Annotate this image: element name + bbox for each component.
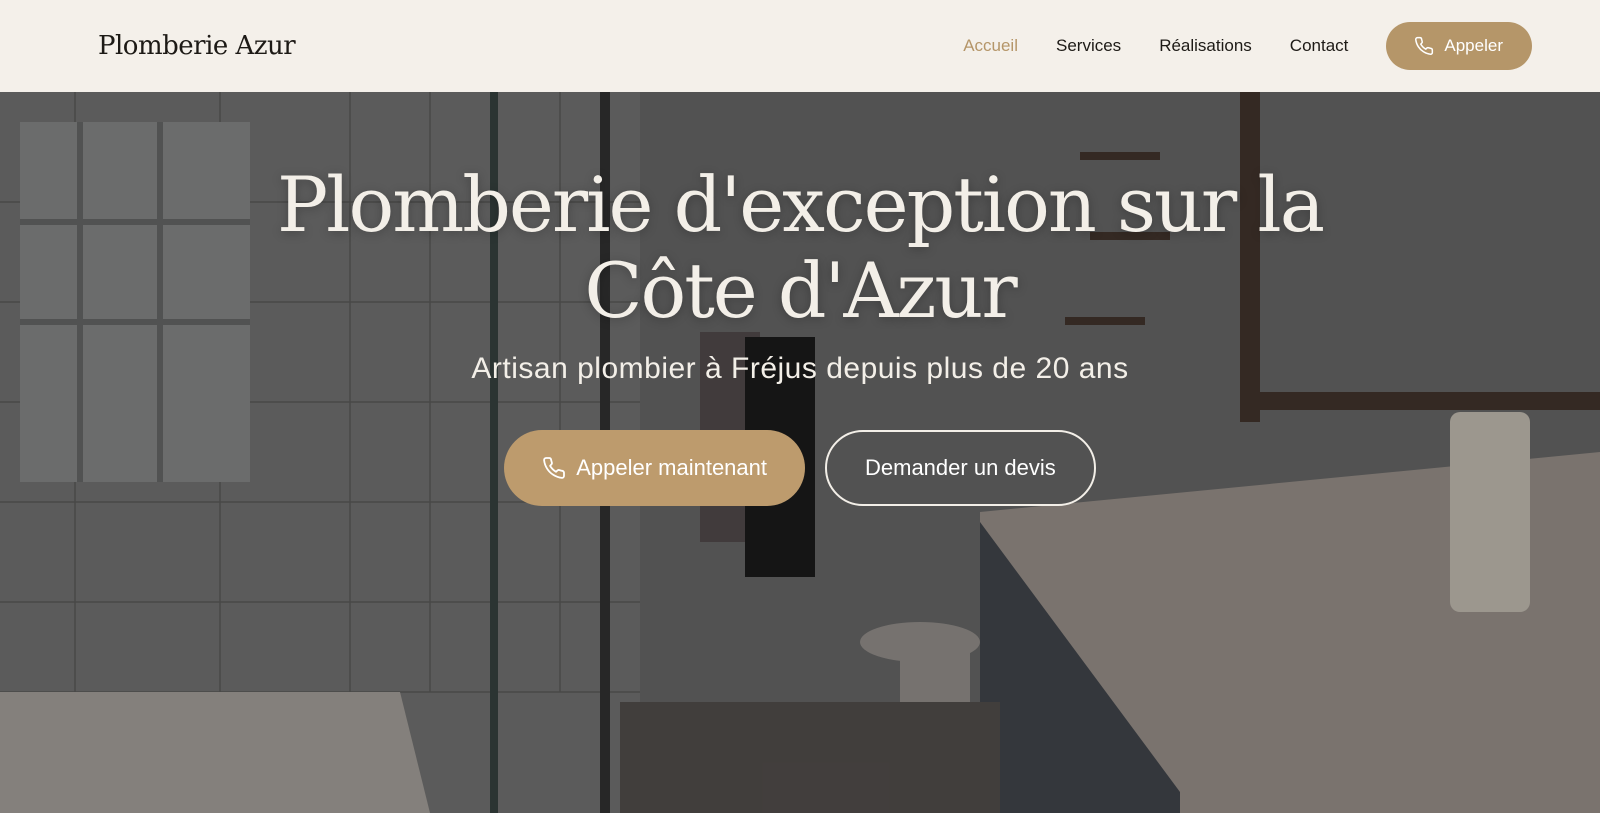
request-quote-button[interactable]: Demander un devis (825, 430, 1096, 506)
hero-actions: Appeler maintenant Demander un devis (0, 430, 1600, 506)
header-call-button[interactable]: Appeler (1386, 22, 1532, 70)
nav-link-accueil[interactable]: Accueil (963, 36, 1018, 56)
hero-title: Plomberie d'exception sur la Côte d'Azur (0, 162, 1600, 334)
call-now-button[interactable]: Appeler maintenant (504, 430, 805, 506)
call-now-label: Appeler maintenant (576, 455, 767, 480)
site-logo[interactable]: Plomberie Azur (98, 31, 296, 61)
phone-icon (1415, 36, 1434, 55)
header-call-label: Appeler (1444, 36, 1503, 55)
hero-title-line1: Plomberie d'exception sur la (277, 160, 1325, 249)
nav-link-services[interactable]: Services (1056, 36, 1121, 56)
hero-subtitle: Artisan plombier à Fréjus depuis plus de… (471, 352, 1129, 385)
hero-content: Plomberie d'exception sur la Côte d'Azur… (0, 92, 1600, 506)
site-header: Plomberie Azur Accueil Services Réalisat… (0, 0, 1600, 92)
main-nav: Accueil Services Réalisations Contact Ap… (963, 22, 1532, 70)
nav-link-contact[interactable]: Contact (1290, 36, 1349, 56)
hero-section: Plomberie d'exception sur la Côte d'Azur… (0, 92, 1600, 813)
request-quote-label: Demander un devis (865, 455, 1056, 480)
nav-link-realisations[interactable]: Réalisations (1159, 36, 1252, 56)
phone-icon (543, 457, 566, 479)
hero-title-line2: Côte d'Azur (584, 246, 1017, 335)
